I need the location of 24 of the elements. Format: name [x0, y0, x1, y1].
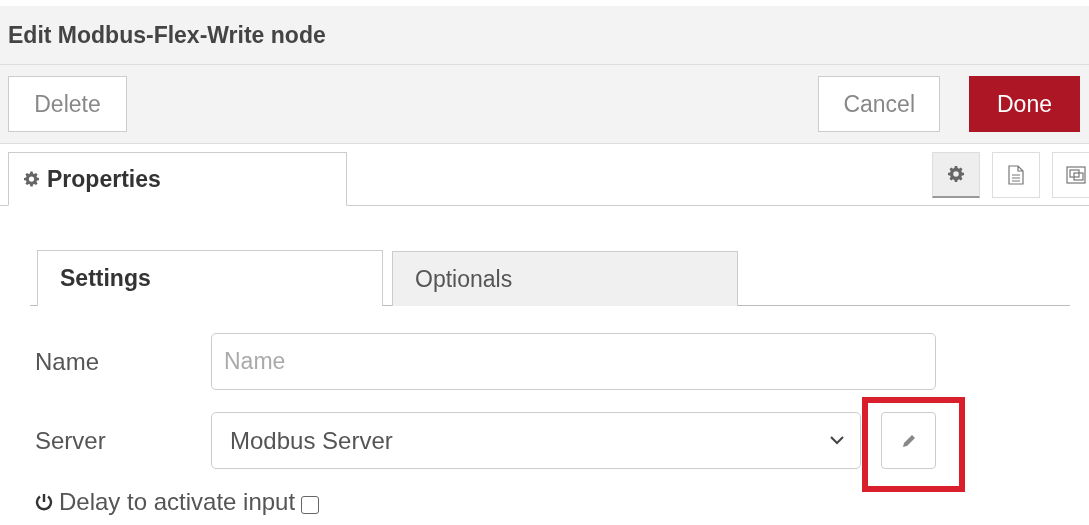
- done-button[interactable]: Done: [969, 76, 1080, 132]
- chevron-down-icon: [830, 436, 844, 445]
- pencil-icon: [901, 433, 916, 448]
- description-button[interactable]: [992, 151, 1040, 198]
- name-field[interactable]: Name: [211, 333, 936, 390]
- settings-icon: [948, 166, 964, 182]
- delay-checkbox[interactable]: [301, 496, 320, 515]
- layers-icon: [1065, 164, 1087, 185]
- form-tab[interactable]: Optionals: [392, 251, 738, 306]
- delete-button[interactable]: Delete: [8, 76, 127, 132]
- edit-button[interactable]: [881, 412, 936, 469]
- settings-button[interactable]: [932, 151, 980, 198]
- document-icon: [1008, 164, 1024, 185]
- appearance-button[interactable]: [1052, 151, 1089, 198]
- field-label: Server: [35, 426, 107, 455]
- dialog-title: Edit Modbus-Flex-Write node: [0, 6, 1089, 65]
- form-tab[interactable]: Settings: [37, 250, 383, 306]
- cancel-button[interactable]: Cancel: [818, 76, 940, 132]
- properties-tab[interactable]: Properties: [8, 152, 347, 206]
- delay-label: Delay to activate input: [59, 489, 296, 516]
- settings-icon: [24, 171, 39, 187]
- power-icon: [35, 492, 53, 512]
- field-label: Name: [35, 347, 101, 376]
- server-dropdown[interactable]: Modbus Server: [211, 412, 861, 469]
